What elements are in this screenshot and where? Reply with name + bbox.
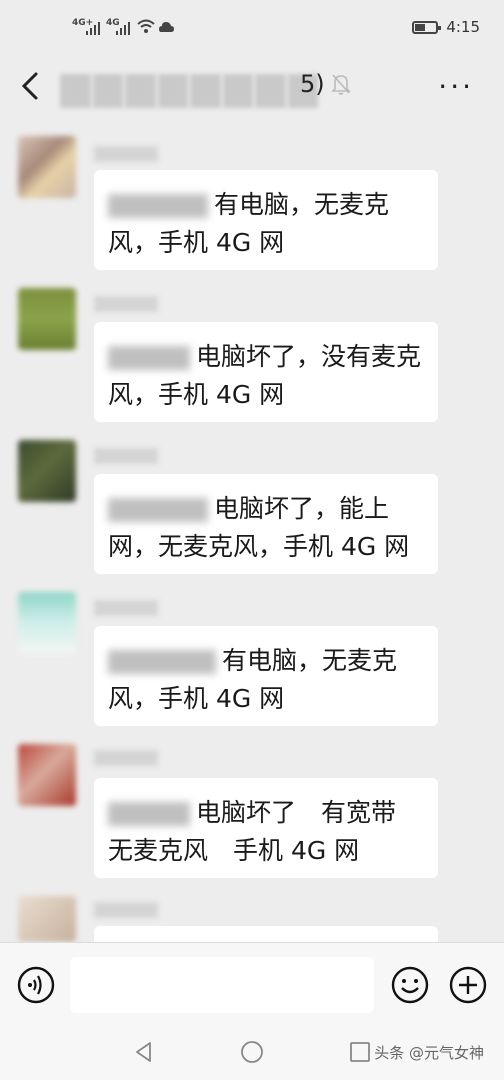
sender-name-blurred <box>94 600 158 616</box>
avatar[interactable] <box>18 896 76 942</box>
avatar[interactable] <box>18 744 76 806</box>
cloud-alert-icon <box>159 22 174 32</box>
message-bubble[interactable]: 电脑坏了，没有麦克风，手机 4G 网 <box>94 322 438 422</box>
battery-icon <box>412 21 441 34</box>
input-bar <box>0 942 504 1026</box>
message-input[interactable] <box>70 957 374 1013</box>
avatar[interactable] <box>18 592 76 654</box>
more-options-button[interactable]: ··· <box>438 70 474 103</box>
message-bubble[interactable]: 电脑坏了 有宽带 无麦克风 手机 4G 网 <box>94 778 438 878</box>
sender-name-blurred <box>94 448 158 464</box>
voice-icon[interactable] <box>16 965 56 1005</box>
signal-icon <box>116 22 130 35</box>
sender-name-blurred <box>94 146 158 162</box>
clock: 4:15 <box>446 18 480 36</box>
watermark: 头条 @元气女神 <box>374 1044 484 1062</box>
system-nav-bar: 头条 @元气女神 <box>0 1026 504 1080</box>
chat-title-suffix: 5) <box>300 70 325 98</box>
emoji-icon[interactable] <box>390 965 430 1005</box>
message-bubble[interactable]: 电脑坏了，能上网，无麦克风，手机 4G 网 <box>94 474 438 574</box>
status-bar: 4G+ 4G 4:15 <box>0 0 504 56</box>
avatar[interactable] <box>18 136 76 198</box>
sender-name-blurred <box>94 296 158 312</box>
blurred-name <box>108 802 190 826</box>
sender-name-blurred <box>94 750 158 766</box>
wifi-icon <box>137 19 155 33</box>
blurred-name <box>108 346 190 370</box>
back-triangle-icon[interactable] <box>132 1040 156 1064</box>
message-bubble[interactable]: 有电脑，无麦克风，手机 4G 网 <box>94 170 438 270</box>
chat-header: 5) ··· <box>0 56 504 116</box>
sender-name-blurred <box>94 902 158 918</box>
chevron-left-icon[interactable] <box>16 66 46 106</box>
blurred-name <box>108 498 208 522</box>
signal-icon <box>86 22 100 35</box>
avatar[interactable] <box>18 440 76 502</box>
chat-title-blurred <box>60 74 318 108</box>
message-bubble[interactable]: 有电脑，无麦克风，手机 4G 网 <box>94 626 438 726</box>
bell-muted-icon <box>331 74 351 95</box>
avatar[interactable] <box>18 288 76 350</box>
home-circle-icon[interactable] <box>240 1040 264 1064</box>
message-bubble[interactable] <box>94 926 438 942</box>
blurred-name <box>108 194 208 218</box>
recents-square-icon[interactable] <box>348 1040 372 1064</box>
plus-icon[interactable] <box>448 965 488 1005</box>
blurred-name <box>108 650 216 674</box>
